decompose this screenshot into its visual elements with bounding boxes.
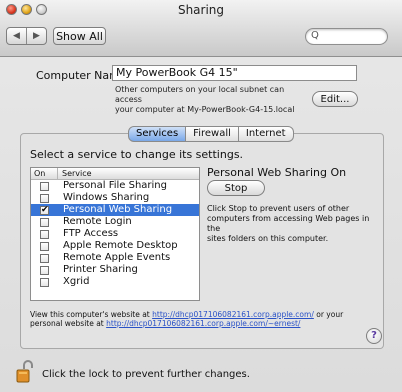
computer-website-link[interactable]: http://dhcp017106082161.corp.apple.com/ (152, 310, 314, 319)
back-forward-control: ◀ ▶ (6, 27, 47, 45)
computer-address-note: Other computers on your local subnet can… (115, 85, 310, 115)
service-label: Xgrid (63, 276, 90, 287)
service-label: Remote Apple Events (63, 252, 171, 263)
checkmark-icon: ✔ (41, 204, 49, 215)
service-row-xgrid[interactable]: Xgrid (31, 276, 199, 288)
service-checkbox[interactable] (40, 181, 49, 191)
service-label: Personal File Sharing (63, 180, 167, 191)
service-column-header[interactable]: Service (58, 168, 92, 179)
back-button[interactable]: ◀ (7, 28, 26, 44)
service-label: Printer Sharing (63, 264, 138, 275)
service-checkbox[interactable] (40, 277, 49, 287)
website-prefix: View this computer's website at (30, 310, 153, 319)
services-list[interactable]: On Service Personal File Sharing Windows… (30, 167, 200, 301)
show-all-button[interactable]: Show All (53, 27, 106, 45)
search-input[interactable] (322, 30, 382, 43)
service-label: Personal Web Sharing (63, 204, 173, 215)
service-status-title: Personal Web Sharing On (207, 166, 347, 179)
tab-internet[interactable]: Internet (238, 126, 294, 142)
stop-description: Click Stop to prevent users of other com… (207, 204, 377, 244)
title-bar: Sharing ◀ ▶ Show All Q (0, 0, 402, 57)
stop-desc-line-1: Click Stop to prevent users of other (207, 204, 350, 213)
service-row-windows-sharing[interactable]: Windows Sharing (31, 192, 199, 204)
service-row-personal-file-sharing[interactable]: Personal File Sharing (31, 180, 199, 192)
tab-services[interactable]: Services (128, 126, 187, 142)
website-middle: or your (313, 310, 344, 319)
service-label: Remote Login (63, 216, 132, 227)
note-line-1: Other computers on your local subnet can… (115, 85, 285, 104)
search-field[interactable]: Q (305, 28, 388, 45)
select-service-prompt: Select a service to change its settings. (30, 148, 244, 161)
website-line-2: personal website at http://dhcp017106082… (30, 319, 375, 328)
service-row-printer-sharing[interactable]: Printer Sharing (31, 264, 199, 276)
tab-firewall[interactable]: Firewall (186, 126, 239, 142)
note-line-2: your computer at My-PowerBook-G4-15.loca… (115, 105, 295, 114)
service-label: Apple Remote Desktop (63, 240, 178, 251)
service-checkbox[interactable] (40, 229, 49, 239)
personal-website-prefix: personal website at (30, 319, 107, 328)
service-row-remote-login[interactable]: Remote Login (31, 216, 199, 228)
lock-message: Click the lock to prevent further change… (42, 369, 250, 380)
service-checkbox-checked[interactable]: ✔ (40, 204, 49, 215)
stop-desc-line-2: computers from accessing Web pages in th… (207, 214, 370, 233)
forward-button[interactable]: ▶ (26, 28, 46, 44)
help-button[interactable]: ? (366, 328, 382, 344)
service-row-apple-remote-desktop[interactable]: Apple Remote Desktop (31, 240, 199, 252)
service-label: FTP Access (63, 228, 119, 239)
service-checkbox[interactable] (40, 193, 49, 203)
computer-name-field[interactable]: My PowerBook G4 15" (112, 65, 357, 81)
service-row-ftp-access[interactable]: FTP Access (31, 228, 199, 240)
stop-button[interactable]: Stop (207, 180, 265, 196)
website-info: View this computer's website at http://d… (30, 310, 375, 328)
on-column-header[interactable]: On (31, 168, 58, 179)
service-checkbox[interactable] (40, 253, 49, 263)
back-arrow-icon: ◀ (13, 31, 20, 41)
website-line-1: View this computer's website at http://d… (30, 310, 375, 319)
window-title: Sharing (177, 3, 225, 17)
service-row-personal-web-sharing[interactable]: ✔ Personal Web Sharing (31, 204, 199, 216)
service-checkbox[interactable] (40, 265, 49, 275)
lock-icon[interactable] (16, 360, 34, 384)
personal-website-link[interactable]: http://dhcp017106082161.corp.apple.com/~… (106, 319, 300, 328)
edit-button[interactable]: Edit... (312, 91, 358, 107)
sharing-window: Sharing ◀ ▶ Show All Q Computer Name: My… (0, 0, 402, 392)
list-header: On Service (31, 168, 199, 180)
tab-bar: Services Firewall Internet (128, 126, 294, 142)
service-checkbox[interactable] (40, 241, 49, 251)
stop-desc-line-3: sites folders on this computer. (207, 234, 329, 243)
forward-arrow-icon: ▶ (33, 31, 40, 41)
service-label: Windows Sharing (63, 192, 150, 203)
search-icon: Q (311, 30, 319, 41)
service-checkbox[interactable] (40, 217, 49, 227)
service-row-remote-apple-events[interactable]: Remote Apple Events (31, 252, 199, 264)
